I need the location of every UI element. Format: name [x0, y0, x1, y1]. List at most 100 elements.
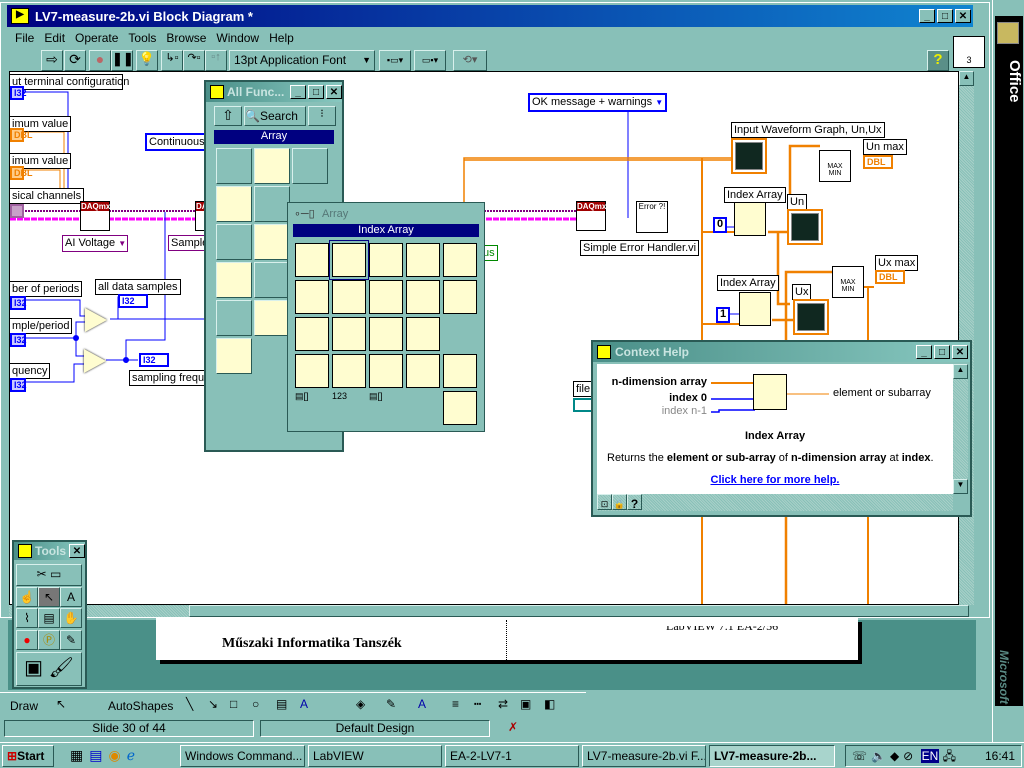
help-icon[interactable]: ? [627, 494, 642, 511]
abort-button[interactable]: ● [89, 50, 111, 71]
highlight-execution-button[interactable]: 💡 [136, 50, 158, 71]
pin-icon[interactable]: ∘─▯ [294, 207, 315, 220]
un-max-indicator[interactable]: DBL [863, 155, 893, 169]
taskbar-item-block-diagram[interactable]: LV7-measure-2b... [709, 745, 835, 767]
index-array-node-1[interactable] [734, 202, 766, 236]
palette-reshape-array-icon[interactable] [443, 280, 477, 314]
line-style-icon[interactable]: ≡ [452, 697, 459, 711]
multiply-node[interactable] [84, 349, 106, 373]
sample-per-period-control[interactable]: I32 [10, 333, 27, 347]
ux-max-indicator[interactable]: DBL [875, 270, 905, 284]
functions-palette-titlebar[interactable]: All Func... _ □ ✕ [206, 82, 342, 102]
maximize-button[interactable]: □ [308, 85, 324, 99]
un-graph-terminal[interactable] [787, 209, 823, 245]
media-player-icon[interactable]: ◉ [108, 747, 126, 763]
minimum-value-control[interactable]: DBL [10, 128, 33, 142]
slide[interactable]: Műszaki Informatika Tanszék LabVIEW 7.1 … [156, 618, 858, 660]
vertical-scrollbar[interactable]: ▲ [959, 71, 974, 605]
palette-decimate-1d-array-icon[interactable] [443, 354, 477, 388]
reorder-button[interactable]: ⟲▾ [453, 50, 487, 71]
wordart-icon[interactable]: A [300, 697, 308, 711]
more-help-link[interactable]: Click here for more help. [597, 474, 953, 486]
position-select-tool[interactable]: ↖ [38, 587, 60, 607]
connector-pane-icon[interactable]: 3 [953, 36, 985, 68]
select-pointer-icon[interactable]: ↖ [56, 697, 66, 711]
dash-style-icon[interactable]: ┅ [474, 697, 481, 711]
step-over-button[interactable]: ↷▫ [183, 50, 205, 71]
search-button[interactable]: 🔍Search [244, 106, 306, 126]
start-button[interactable]: ⊞ Start [2, 745, 54, 767]
palette-cluster-to-array-icon[interactable] [443, 391, 477, 425]
edit-text-tool[interactable]: A [60, 587, 82, 607]
palette-numeric-icon[interactable] [254, 148, 290, 184]
scroll-window-tool[interactable]: ✋ [60, 608, 82, 628]
spelling-icon[interactable]: ✗ [508, 720, 518, 734]
pause-button[interactable]: ❚❚ [111, 50, 134, 71]
palette-rotate-1d-array-icon[interactable] [295, 354, 329, 388]
internet-explorer-icon[interactable]: ℯ [127, 747, 141, 763]
lock-icon[interactable]: 🔒 [612, 494, 627, 510]
window-titlebar[interactable]: ▶ LV7-measure-2b.vi Block Diagram * _ □ … [7, 5, 973, 27]
multiply-node[interactable] [85, 308, 107, 332]
ux-graph-terminal[interactable] [793, 299, 829, 335]
taskbar-item-front-panel[interactable]: LV7-measure-2b.vi F... [582, 745, 706, 767]
font-selector[interactable]: 13pt Application Font ▼ [229, 50, 375, 71]
physical-channels-control[interactable] [10, 204, 24, 218]
palette-decorations-icon[interactable] [216, 338, 252, 374]
get-color-tool[interactable]: ✎ [60, 630, 82, 650]
palette-array-max-min-icon[interactable] [406, 280, 440, 314]
index-constant-1[interactable]: 1 [716, 307, 730, 323]
close-button[interactable]: ✕ [952, 345, 968, 359]
arrow-icon[interactable]: ↘ [208, 697, 218, 711]
palette-build-array-icon[interactable] [332, 280, 366, 314]
terminal-config-control[interactable]: I32 [10, 86, 27, 100]
up-level-button[interactable]: ⇧ [214, 106, 242, 126]
palette-array-size-icon[interactable] [295, 243, 329, 277]
menu-file[interactable]: File [15, 31, 34, 45]
connect-wire-tool[interactable]: ⌇ [16, 608, 38, 628]
oval-icon[interactable]: ○ [252, 697, 259, 711]
palette-delete-from-array-icon[interactable] [443, 243, 477, 277]
align-objects-button[interactable]: ▪▭▾ [379, 50, 411, 71]
sample-clock-selector[interactable]: Sample [168, 235, 208, 251]
palette-threshold-1d-array-icon[interactable] [369, 354, 403, 388]
font-color-icon[interactable]: A [418, 697, 426, 711]
context-help-vscroll[interactable]: ▲ ▼ [953, 364, 968, 494]
shadow-icon[interactable]: ▣ [520, 697, 531, 711]
network-icon[interactable]: 🖧 [943, 749, 956, 763]
palette-array-subset-icon[interactable] [369, 280, 403, 314]
palette-structures-icon[interactable] [216, 148, 252, 184]
daqmx-clear-task-node[interactable]: DAQmx [576, 201, 606, 231]
palette-array-icon[interactable] [254, 186, 290, 222]
menu-help[interactable]: Help [269, 31, 294, 45]
set-color-tool[interactable]: ▣ 🖌 [16, 652, 82, 686]
menu-edit[interactable]: Edit [44, 31, 65, 45]
step-into-button[interactable]: ↳▫ [161, 50, 183, 71]
daqmx-create-channel-node[interactable]: DAQmx [80, 201, 110, 231]
ai-voltage-selector[interactable]: AI Voltage ▼ [62, 235, 128, 252]
taskbar-item-labview[interactable]: LabVIEW [308, 745, 442, 767]
palette-dialog-ui-icon[interactable] [254, 224, 290, 260]
minimize-button[interactable]: _ [916, 345, 932, 359]
palette-application-control-icon[interactable] [254, 262, 290, 298]
palette-insert-into-array-icon[interactable] [406, 243, 440, 277]
run-continuously-button[interactable]: ⟳ [64, 50, 86, 71]
run-arrow-button[interactable]: ⇨ [41, 50, 63, 71]
palette-initialize-array-icon[interactable] [295, 280, 329, 314]
help-button[interactable]: ? [927, 50, 949, 71]
textbox-icon[interactable]: ▤ [276, 697, 287, 711]
taskbar-item-ea2-lv7[interactable]: EA-2-LV7-1 [445, 745, 579, 767]
save-icon[interactable]: ▤ [89, 747, 108, 763]
menu-tools[interactable]: Tools [128, 31, 156, 45]
menu-browse[interactable]: Browse [166, 31, 206, 45]
number-of-periods-control[interactable]: I32 [10, 296, 27, 310]
palette-array-constant-icon[interactable]: 123 [332, 391, 366, 425]
palette-array-to-cluster-icon[interactable]: ▤[] [369, 391, 403, 425]
palette-interpolate-1d-array-icon[interactable] [332, 354, 366, 388]
operate-value-tool[interactable]: ☝ [16, 587, 38, 607]
palette-timing-icon[interactable] [216, 224, 252, 260]
language-indicator[interactable]: EN [920, 749, 940, 763]
palette-interleave-1d-arrays-icon[interactable] [406, 354, 440, 388]
tray-icons[interactable]: ☏🔈◆⊘ [852, 749, 917, 763]
rectangle-icon[interactable]: □ [230, 697, 237, 711]
